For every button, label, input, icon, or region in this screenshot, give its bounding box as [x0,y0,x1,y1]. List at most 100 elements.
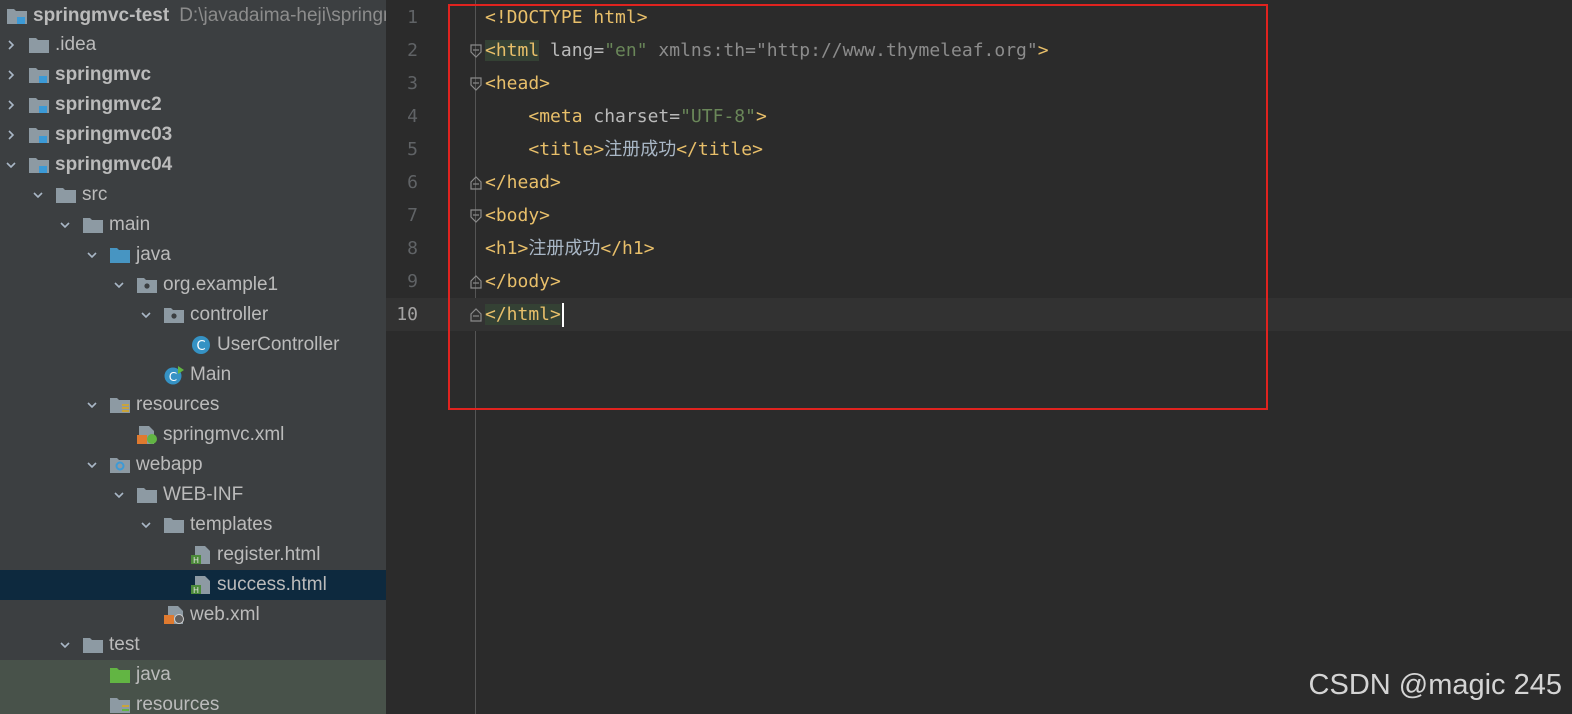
chevron-down-icon[interactable] [4,158,18,172]
watermark: CSDN @magic 245 [1308,669,1562,701]
tree-item[interactable]: C UserController [0,330,386,360]
tree-item[interactable]: controller [0,300,386,330]
svg-text:H: H [193,556,199,565]
tree-item-label: springmvc04 [55,154,173,175]
chevron-down-icon[interactable] [58,218,72,232]
line-number: 7 [407,205,418,226]
tree-item-label: templates [190,514,273,535]
tree-item-label: springmvc [55,64,152,85]
chevron-right-icon[interactable] [4,98,18,112]
tree-item[interactable]: springmvc04 [0,150,386,180]
tree-item-label: web.xml [190,604,260,625]
tree-item[interactable]: resources [0,690,386,714]
tree-item-label: .idea [55,34,97,55]
tree-item-label: springmvc2 [55,94,162,115]
chevron-down-icon[interactable] [139,518,153,532]
tree-item[interactable]: springmvc2 [0,90,386,120]
resources-folder-icon [109,395,131,415]
tree-item[interactable]: Hsuccess.html [0,570,386,600]
test-folder-icon [109,665,131,685]
module-icon [28,65,50,85]
folder-icon [55,185,77,205]
project-folder-icon [6,6,28,26]
project-root-label: springmvc-test [33,5,170,26]
folder-icon [163,515,185,535]
chevron-right-icon[interactable] [4,68,18,82]
chevron-down-icon[interactable] [112,278,126,292]
tree-item[interactable]: src [0,180,386,210]
line-number: 3 [407,73,418,94]
tree-item[interactable]: springmvc [0,60,386,90]
java-main-class-icon: C [163,365,185,385]
tree-item[interactable]: springmvc.xml [0,420,386,450]
line-number: 8 [407,238,418,259]
tree-item[interactable]: webapp [0,450,386,480]
tree-item-label: test [109,634,140,655]
annotation-box [448,4,1268,410]
tree-item[interactable]: test [0,630,386,660]
tree-item[interactable]: org.example1 [0,270,386,300]
folder-icon [28,35,50,55]
line-number: 2 [407,40,418,61]
module-icon [28,155,50,175]
svg-text:C: C [196,339,205,354]
tree-item-label: WEB-INF [163,484,244,505]
package-icon [163,305,185,325]
chevron-down-icon[interactable] [112,488,126,502]
line-number: 1 [407,7,418,28]
line-number: 10 [396,304,418,325]
tree-item-label: springmvc03 [55,124,173,145]
chevron-down-icon[interactable] [139,308,153,322]
web-folder-icon [109,455,131,475]
line-number: 5 [407,139,418,160]
svg-text:H: H [193,586,199,595]
svg-text:C: C [169,370,177,384]
tree-item-label: webapp [136,454,203,475]
module-icon [28,125,50,145]
line-number: 9 [407,271,418,292]
chevron-down-icon[interactable] [85,458,99,472]
tree-item[interactable]: java [0,240,386,270]
tree-item-label: java [136,244,171,265]
line-number: 4 [407,106,418,127]
chevron-down-icon[interactable] [85,248,99,262]
chevron-down-icon[interactable] [85,398,99,412]
html-file-icon: H [190,545,212,565]
tree-item-label: controller [190,304,269,325]
chevron-right-icon[interactable] [4,128,18,142]
tree-item[interactable]: web.xml [0,600,386,630]
chevron-down-icon[interactable] [31,188,45,202]
tree-item-label: resources [136,694,220,714]
test-resources-folder-icon [109,695,131,714]
tree-item-label: springmvc.xml [163,424,285,445]
tree-item[interactable]: templates [0,510,386,540]
java-class-icon: C [190,335,212,355]
folder-icon [136,485,158,505]
chevron-down-icon[interactable] [58,638,72,652]
project-root-path: D:\javadaima-heji\springmvc-test [179,5,386,26]
html-file-icon: H [190,575,212,595]
spring-xml-icon [136,425,158,445]
project-root[interactable]: springmvc-test D:\javadaima-heji\springm… [0,1,386,31]
folder-icon [82,635,104,655]
tree-item[interactable]: java [0,660,386,690]
tree-item[interactable]: .idea [0,30,386,60]
chevron-right-icon[interactable] [4,38,18,52]
tree-item-label: java [136,664,171,685]
tree-item[interactable]: Hregister.html [0,540,386,570]
tree-item[interactable]: resources [0,390,386,420]
tree-item-label: register.html [217,544,321,565]
tree-item-label: resources [136,394,220,415]
tree-item-label: main [109,214,151,235]
tree-item-label: Main [190,364,232,385]
tree-item[interactable]: WEB-INF [0,480,386,510]
tree-item[interactable]: C Main [0,360,386,390]
line-number: 6 [407,172,418,193]
web-xml-icon [163,605,185,625]
tree-item-label: success.html [217,574,327,595]
tree-item[interactable]: main [0,210,386,240]
tree-item[interactable]: springmvc03 [0,120,386,150]
tree-item-label: UserController [217,334,340,355]
tree-item-label: org.example1 [163,274,279,295]
folder-icon [82,215,104,235]
